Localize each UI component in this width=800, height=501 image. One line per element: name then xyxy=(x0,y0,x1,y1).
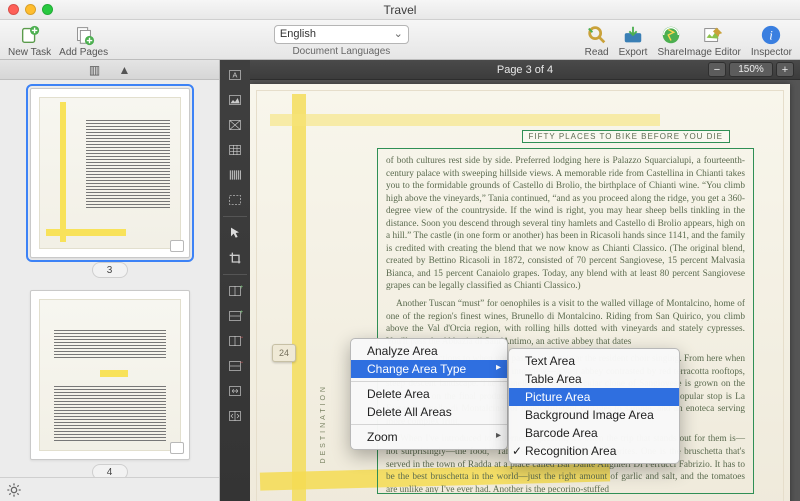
menu-item-delete-all-areas[interactable]: Delete All Areas xyxy=(351,403,507,421)
image-editor-label: Image Editor xyxy=(684,47,741,58)
submenu-item-recognition-area[interactable]: Recognition Area xyxy=(509,442,679,460)
merge-cells-icon[interactable] xyxy=(223,380,247,402)
share-button[interactable]: Share xyxy=(657,24,684,58)
thumbnail-page[interactable] xyxy=(30,290,190,460)
export-icon xyxy=(622,24,644,46)
area-tool-strip: A + + − − xyxy=(220,60,250,501)
thumbnails-header: ▥ ▲ xyxy=(0,60,219,80)
window-title: Travel xyxy=(0,3,800,17)
page-indicator: Page 3 of 4 xyxy=(497,64,553,76)
svg-text:i: i xyxy=(770,28,774,42)
thumbnail-page-status-icon xyxy=(170,442,184,454)
new-task-label: New Task xyxy=(8,47,51,58)
page-paragraph: of both cultures rest side by side. Pref… xyxy=(386,155,745,293)
thumbs-view-warning-icon[interactable]: ▲ xyxy=(117,63,133,77)
submenu-item-picture-area[interactable]: Picture Area xyxy=(509,388,679,406)
background-area-tool-icon[interactable] xyxy=(223,114,247,136)
picture-area-tool-icon[interactable] xyxy=(223,89,247,111)
image-editor-icon xyxy=(702,24,724,46)
thumbnail-page-status-icon xyxy=(170,240,184,252)
context-menu: Analyze Area Change Area Type Delete Are… xyxy=(350,338,508,450)
page-margin-label: DESTINATION xyxy=(320,384,327,464)
add-horizontal-split-icon[interactable]: + xyxy=(223,305,247,327)
remove-vertical-split-icon[interactable]: − xyxy=(223,330,247,352)
window-titlebar: Travel xyxy=(0,0,800,20)
thumbnails-footer xyxy=(0,477,219,501)
thumbnails-pane: ▥ ▲ 3 4 xyxy=(0,60,220,501)
add-pages-icon xyxy=(73,24,95,46)
menu-item-delete-area[interactable]: Delete Area xyxy=(351,385,507,403)
document-language-label: Document Languages xyxy=(292,46,390,57)
svg-text:+: + xyxy=(240,285,243,291)
document-language-value: English xyxy=(280,28,316,40)
menu-item-analyze-area[interactable]: Analyze Area xyxy=(351,342,507,360)
read-label: Read xyxy=(585,47,609,58)
barcode-area-tool-icon[interactable] xyxy=(223,164,247,186)
export-label: Export xyxy=(619,47,648,58)
share-label: Share xyxy=(657,47,684,58)
read-button[interactable]: Read xyxy=(585,24,609,58)
new-task-button[interactable]: New Task xyxy=(8,24,51,58)
add-vertical-split-icon[interactable]: + xyxy=(223,280,247,302)
remove-horizontal-split-icon[interactable]: − xyxy=(223,355,247,377)
submenu-item-table-area[interactable]: Table Area xyxy=(509,370,679,388)
menu-item-zoom[interactable]: Zoom xyxy=(351,428,507,446)
main-toolbar: New Task Add Pages English Document Lang… xyxy=(0,20,800,60)
thumbnails-list[interactable]: 3 4 xyxy=(0,80,219,477)
share-icon xyxy=(660,24,682,46)
thumbnail-preview xyxy=(39,299,181,451)
new-task-icon xyxy=(19,24,41,46)
document-header: Page 3 of 4 − 150% + xyxy=(250,60,800,80)
inspector-label: Inspector xyxy=(751,47,792,58)
recognition-area-tool-icon[interactable] xyxy=(223,189,247,211)
thumbnail-page[interactable] xyxy=(30,88,190,258)
thumbnail-page-number: 3 xyxy=(92,262,128,278)
zoom-out-button[interactable]: − xyxy=(708,62,726,77)
inspector-icon: i xyxy=(760,24,782,46)
table-area-tool-icon[interactable] xyxy=(223,139,247,161)
svg-text:−: − xyxy=(240,360,243,366)
menu-item-change-area-type[interactable]: Change Area Type xyxy=(351,360,507,378)
text-area-tool-icon[interactable]: A xyxy=(223,64,247,86)
document-language-select[interactable]: English xyxy=(274,25,409,44)
zoom-value[interactable]: 150% xyxy=(729,62,773,77)
menu-separator xyxy=(351,424,507,425)
add-pages-label: Add Pages xyxy=(59,47,108,58)
svg-text:A: A xyxy=(233,71,238,80)
read-icon xyxy=(586,24,608,46)
thumbnails-gear-icon[interactable] xyxy=(6,482,22,498)
submenu-item-background-image-area[interactable]: Background Image Area xyxy=(509,406,679,424)
inspector-button[interactable]: i Inspector xyxy=(751,24,792,58)
export-button[interactable]: Export xyxy=(619,24,648,58)
page-highlight-stripe xyxy=(270,114,660,126)
page-header-chip: FIFTY PLACES TO BIKE BEFORE YOU DIE xyxy=(522,130,730,143)
pointer-tool-icon[interactable] xyxy=(223,222,247,244)
context-submenu-area-type: Text Area Table Area Picture Area Backgr… xyxy=(508,348,680,464)
image-editor-button[interactable]: Image Editor xyxy=(684,24,741,58)
thumbnail-preview xyxy=(39,97,181,249)
area-order-badge[interactable]: 24 xyxy=(272,344,296,362)
zoom-in-button[interactable]: + xyxy=(776,62,794,77)
crop-tool-icon[interactable] xyxy=(223,247,247,269)
svg-text:−: − xyxy=(240,335,243,341)
page-highlight-stripe xyxy=(292,94,306,501)
svg-text:+: + xyxy=(240,310,243,316)
menu-separator xyxy=(351,381,507,382)
thumbnail-page-number: 4 xyxy=(92,464,128,477)
split-cells-icon[interactable] xyxy=(223,405,247,427)
add-pages-button[interactable]: Add Pages xyxy=(59,24,108,58)
submenu-item-barcode-area[interactable]: Barcode Area xyxy=(509,424,679,442)
thumbs-view-grid-icon[interactable]: ▥ xyxy=(87,63,103,77)
submenu-item-text-area[interactable]: Text Area xyxy=(509,352,679,370)
